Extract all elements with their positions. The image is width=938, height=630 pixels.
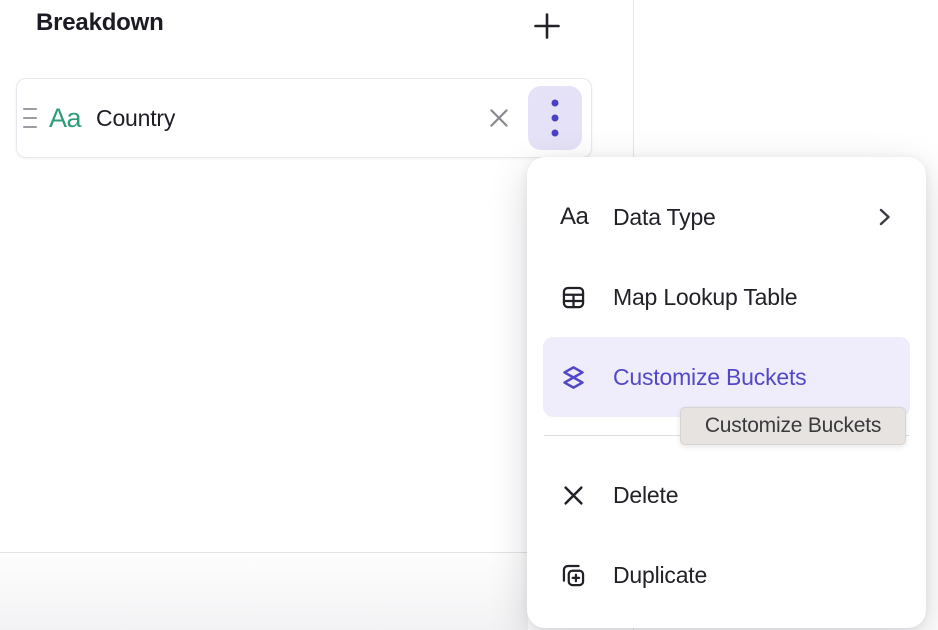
drag-handle-icon[interactable] [22, 104, 38, 132]
x-icon [560, 482, 596, 509]
layers-icon [560, 364, 596, 391]
menu-item-data-type[interactable]: Aa Data Type [543, 177, 910, 257]
text-type-icon: Aa [560, 203, 596, 231]
menu-item-label: Data Type [613, 204, 716, 231]
menu-item-label: Delete [613, 482, 678, 509]
property-name[interactable]: Country [96, 105, 175, 132]
menu-item-customize-buckets[interactable]: Customize Buckets [543, 337, 910, 417]
menu-item-label: Customize Buckets [613, 364, 806, 391]
breakdown-screen: Breakdown Aa Country [0, 0, 938, 630]
kebab-menu-icon [548, 96, 562, 140]
menu-item-label: Map Lookup Table [613, 284, 797, 311]
menu-item-duplicate[interactable]: Duplicate [543, 535, 910, 615]
table-icon [560, 284, 596, 311]
menu-item-label: Duplicate [613, 562, 707, 589]
property-context-menu: Aa Data Type Map Lookup Table [527, 157, 926, 628]
panel-footer-area [0, 553, 528, 630]
remove-property-button[interactable] [481, 100, 517, 136]
tooltip-text: Customize Buckets [705, 414, 881, 438]
page-title: Breakdown [36, 9, 164, 37]
menu-item-map-lookup-table[interactable]: Map Lookup Table [543, 257, 910, 337]
tooltip: Customize Buckets [680, 407, 906, 445]
breakdown-property-card[interactable]: Aa Country [16, 78, 592, 158]
chevron-right-icon [876, 206, 893, 228]
copy-plus-icon [560, 562, 596, 589]
add-breakdown-button[interactable] [528, 7, 566, 45]
more-options-button[interactable] [528, 86, 582, 150]
text-type-icon: Aa [49, 103, 81, 134]
menu-item-delete[interactable]: Delete [543, 455, 910, 535]
plus-icon [532, 11, 562, 41]
close-icon [486, 105, 512, 131]
